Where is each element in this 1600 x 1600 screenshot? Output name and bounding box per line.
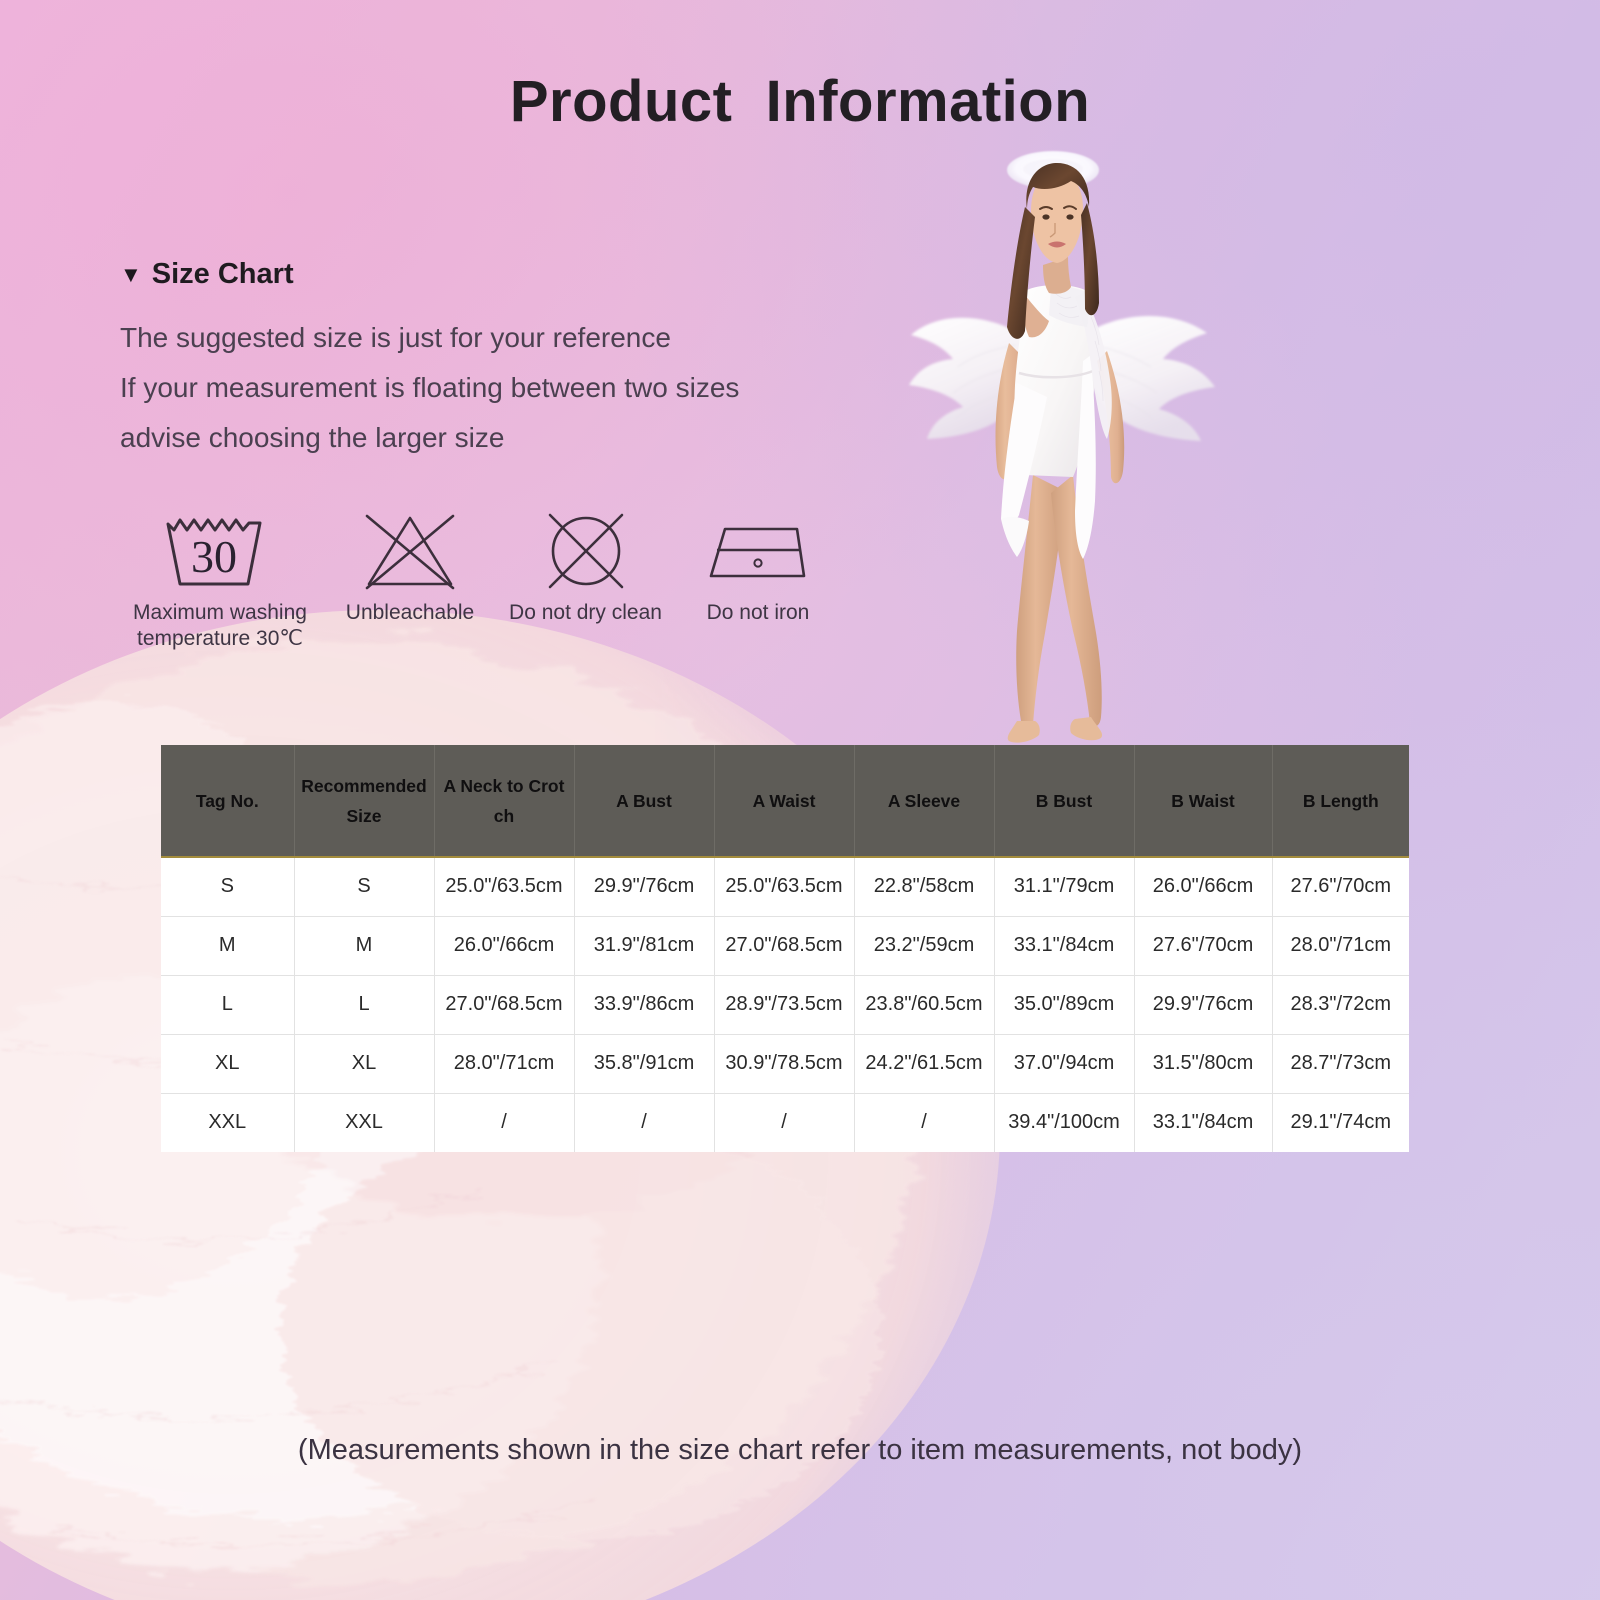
cell-tag_no: XL [161,1034,295,1094]
size-note-line-3: advise choosing the larger size [120,422,505,453]
care-symbols-row: 30 Maximum washing temperature 30℃ Unble… [120,508,838,652]
column-header-recommended-size: Recommended Size [294,745,435,858]
cell-a_sleeve: 23.2"/59cm [854,916,995,976]
cell-a_sleeve: 23.8"/60.5cm [854,975,995,1035]
cell-b_bust: 35.0"/89cm [994,975,1135,1035]
cell-b_length: 27.6"/70cm [1272,857,1409,917]
size-chart-section: ▼ Size Chart The suggested size is just … [120,258,880,463]
care-symbol-label-1: Unbleachable [345,601,475,624]
wash-temperature-value: 30 [191,531,237,582]
cell-a_sleeve: 22.8"/58cm [854,857,995,917]
cell-b_bust: 39.4"/100cm [994,1093,1135,1152]
column-header-tag-no: Tag No. [161,745,295,858]
cell-a_sleeve: 24.2"/61.5cm [854,1034,995,1094]
cell-b_length: 28.3"/72cm [1272,975,1409,1035]
page-title: Product Information [509,69,1091,134]
cell-b_bust: 37.0"/94cm [994,1034,1135,1094]
do-not-dry-clean-icon [538,508,634,594]
table-row: XXL XXL / / //39.4"/100cm 33.1"/84cm 29.1"/74c… [161,1093,1409,1152]
cell-a_waist: 28.9"/73.5cm [714,975,855,1035]
table-header-row: Tag No. Recommended Size A Neck to Crot … [161,745,1409,858]
size-chart-heading-label: Size Chart [151,258,294,290]
cell-b_length: 28.7"/73cm [1272,1034,1409,1094]
care-symbol-label-3: Do not iron [706,601,810,624]
cell-b_bust: 33.1"/84cm [994,916,1135,976]
cell-b_waist: 27.6"/70cm [1134,916,1273,976]
do-not-bleach-icon [359,508,461,594]
cell-a_neck_to_crotch: 27.0"/68.5cm [434,975,575,1035]
cell-b_waist: 29.9"/76cm [1134,975,1273,1035]
table-row: S S 25.0"/63.5cm 29.9"/76cm 25.0"/63.5cm 22.8… [161,857,1409,917]
care-symbol-no-dry-clean: Do not dry clean [498,508,673,626]
cell-recommended_size: XXL [294,1093,435,1152]
cell-b_bust: 31.1"/79cm [994,857,1135,917]
cell-recommended_size: S [294,857,435,917]
column-header-a-bust: A Bust [574,745,715,858]
cell-b_length: 28.0"/71cm [1272,916,1409,976]
size-chart-heading: ▼ Size Chart [120,258,880,291]
cell-a_neck_to_crotch: / [434,1093,575,1152]
cell-b_waist: 33.1"/84cm [1134,1093,1273,1152]
cell-tag_no: M [161,916,295,976]
cell-a_neck_to_crotch: 28.0"/71cm [434,1034,575,1094]
cell-b_length: 29.1"/74cm [1272,1093,1409,1152]
size-chart-table: Tag No. Recommended Size A Neck to Crot … [161,745,1409,1152]
cell-a_bust: / [574,1093,715,1152]
care-symbol-unbleachable: Unbleachable [330,508,490,626]
cell-a_bust: 35.8"/91cm [574,1034,715,1094]
column-header-b-bust: B Bust [994,745,1135,858]
cell-a_waist: 30.9"/78.5cm [714,1034,855,1094]
cell-a_waist: / [714,1093,855,1152]
cell-recommended_size: XL [294,1034,435,1094]
care-symbol-max-wash-temp: 30 Maximum washing temperature 30℃ [120,508,320,652]
table-row: XL XL 28.0"/71cm 35.8"/91cm 30.9"/78.5cm 24.2… [161,1034,1409,1094]
size-note-line-2: If your measurement is floating between … [120,372,740,403]
cell-a_sleeve: / [854,1093,995,1152]
do-not-iron-icon [705,508,811,594]
table-row: L L 27.0"/68.5cm 33.9"/86cm 28.9"/73.5cm 23.8… [161,975,1409,1035]
column-header-a-sleeve: A Sleeve [854,745,995,858]
triangle-down-icon: ▼ [120,261,142,287]
model-photo-angel-costume [909,151,1215,743]
wash-tub-30-icon: 30 [160,508,280,594]
column-header-b-length: B Length [1272,745,1409,858]
column-header-a-waist: A Waist [714,745,855,858]
measurement-disclaimer: (Measurements shown in the size chart re… [297,1434,1303,1466]
table-body: S S 25.0"/63.5cm 29.9"/76cm 25.0"/63.5cm 22.8… [161,857,1409,1152]
cell-a_bust: 31.9"/81cm [574,916,715,976]
table-row: M M 26.0"/66cm 31.9"/81cm 27.0"/68.5cm 23.2"/… [161,916,1409,976]
column-header-b-waist: B Waist [1134,745,1273,858]
cell-a_bust: 29.9"/76cm [574,857,715,917]
cell-recommended_size: M [294,916,435,976]
cell-a_bust: 33.9"/86cm [574,975,715,1035]
cell-a_waist: 27.0"/68.5cm [714,916,855,976]
cell-a_neck_to_crotch: 25.0"/63.5cm [434,857,575,917]
cell-tag_no: XXL [161,1093,295,1152]
cell-tag_no: L [161,975,295,1035]
column-header-a-neck-to-crotch: A Neck to Crot ch [434,745,575,858]
care-symbol-label-2: Do not dry clean [509,601,662,624]
size-note-line-1: The suggested size is just for your refe… [120,322,671,353]
cell-tag_no: S [161,857,295,917]
cell-recommended_size: L [294,975,435,1035]
cell-b_waist: 31.5"/80cm [1134,1034,1273,1094]
cell-a_neck_to_crotch: 26.0"/66cm [434,916,575,976]
cell-b_waist: 26.0"/66cm [1134,857,1273,917]
cell-a_waist: 25.0"/63.5cm [714,857,855,917]
care-symbol-label-0: Maximum washing temperature 30℃ [133,601,307,650]
care-symbol-no-iron: Do not iron [678,508,838,626]
